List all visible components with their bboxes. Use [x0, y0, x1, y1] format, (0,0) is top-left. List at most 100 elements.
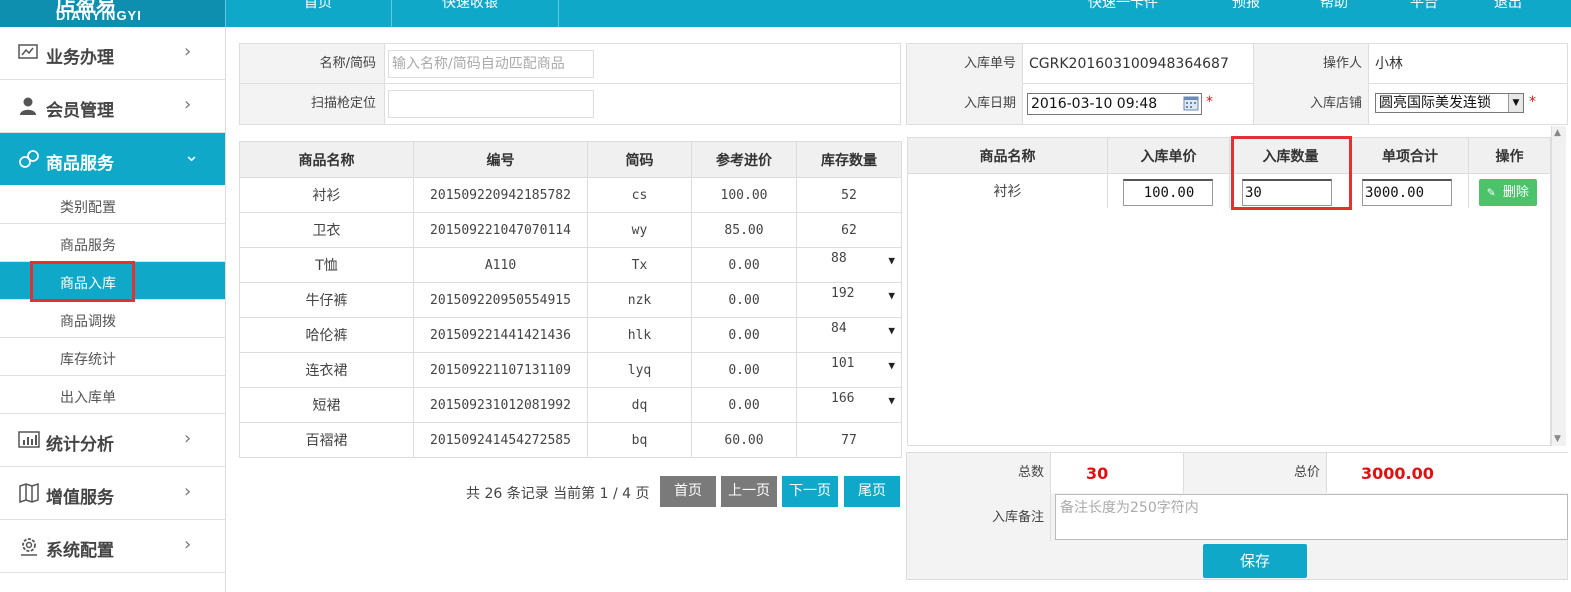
sidebar-group-business[interactable]: 业务办理 ›: [0, 27, 225, 80]
nav-quick-cashier[interactable]: 快速收银: [391, 0, 559, 27]
goods-price-cell: 85.00: [691, 212, 797, 248]
col-stock: 库存数量: [796, 141, 902, 178]
col-detail-action: 操作: [1468, 137, 1551, 174]
goods-price-cell: 0.00: [691, 247, 797, 283]
scanner-label: 扫描枪定位: [240, 84, 385, 124]
last-page-button[interactable]: 尾页: [844, 476, 900, 507]
top-alert[interactable]: 预报: [1232, 0, 1260, 12]
next-page-button[interactable]: 下一页: [782, 476, 838, 507]
store-select[interactable]: 圆亮国际美发连锁 ▼: [1375, 93, 1524, 113]
col-detail-subtotal: 单项合计: [1351, 137, 1469, 174]
stock-in-detail-table: 商品名称 入库单价 入库数量 单项合计 操作 衬衫 100.00 30 3000…: [907, 137, 1551, 209]
chevron-down-icon: ⌄: [184, 145, 200, 166]
goods-name-cell: 短裙: [239, 387, 414, 423]
caret-down-icon[interactable]: ▼: [888, 289, 895, 302]
table-row[interactable]: 连衣裙 201509221107131109 lyq 0.00 101 ▼: [239, 352, 902, 388]
stock-value: 192: [831, 286, 855, 301]
table-row[interactable]: 卫衣 201509221047070114 wy 85.00 62: [239, 212, 902, 248]
memo-label: 入库备注: [907, 494, 1051, 541]
subtotal-input[interactable]: 3000.00: [1362, 179, 1452, 206]
order-no-value: CGRK20160310094836468​7: [1029, 56, 1229, 72]
sidebar-item-label: 商品服务: [60, 238, 116, 254]
col-detail-name: 商品名称: [907, 137, 1108, 174]
sidebar-item-inventory[interactable]: 库存统计: [0, 338, 225, 376]
goods-abbr-cell: Tx: [587, 247, 692, 283]
delete-button[interactable]: ✎ 删除: [1479, 179, 1537, 206]
sidebar-group-settings[interactable]: 系统配置 ›: [0, 520, 225, 573]
calendar-icon[interactable]: [1183, 95, 1199, 117]
table-row[interactable]: 衬衫 201509220942185782 cs 100.00 52: [239, 177, 902, 213]
sidebar-item-goods-service[interactable]: 商品服务: [0, 224, 225, 262]
stats-icon: [18, 430, 40, 450]
stock-in-row-2: 入库日期 2016-03-10 09:48 * 入库店铺 圆亮国际美发连锁 ▼ …: [907, 84, 1567, 124]
first-page-button[interactable]: 首页: [660, 476, 716, 507]
sidebar-group-label: 系统配置: [46, 541, 114, 561]
goods-name-cell: 卫衣: [239, 212, 414, 248]
date-input[interactable]: 2016-03-10 09:48: [1027, 93, 1202, 115]
top-logout[interactable]: 退出: [1494, 0, 1522, 12]
total-qty-value: 30: [1086, 464, 1109, 483]
sidebar-group-member[interactable]: 会员管理 ›: [0, 80, 225, 133]
logo: 店盈易 DIANYINGYI: [0, 0, 225, 27]
goods-code-cell: 201509231012081992: [413, 387, 588, 423]
memo-textarea[interactable]: 备注长度为250字符内: [1055, 494, 1568, 540]
sidebar-group-label: 统计分析: [46, 435, 114, 455]
table-row[interactable]: 短裙 201509231012081992 dq 0.00 166 ▼: [239, 387, 902, 423]
scroll-up-icon[interactable]: ▲: [1554, 128, 1561, 138]
name-search-input[interactable]: 输入名称/简码自动匹配商品: [388, 50, 594, 78]
nav-home[interactable]: 首页: [225, 0, 391, 27]
highlight-box: [1231, 136, 1352, 210]
detail-scrollbar[interactable]: ▲ ▼: [1551, 126, 1566, 446]
top-help[interactable]: 帮助: [1320, 0, 1348, 12]
caret-down-icon[interactable]: ▼: [888, 359, 895, 372]
sidebar-group-value-added[interactable]: 增值服务 ›: [0, 467, 225, 520]
caret-down-icon[interactable]: ▼: [888, 324, 895, 337]
sidebar-item-category[interactable]: 类别配置: [0, 186, 225, 224]
store-value: 圆亮国际美发连锁: [1379, 95, 1491, 111]
goods-price-cell: 0.00: [691, 387, 797, 423]
operator-value: 小林: [1375, 56, 1403, 72]
unit-price-input[interactable]: 100.00: [1123, 179, 1213, 206]
col-price: 参考进价: [691, 141, 797, 178]
scanner-input[interactable]: [388, 90, 594, 118]
table-row[interactable]: 哈伦裤 201509221441421436 hlk 0.00 84 ▼: [239, 317, 902, 353]
sidebar: 业务办理 › 会员管理 › 商品服务 ⌄ 类别配置 商品服务 商品入库 商品调拨…: [0, 27, 226, 592]
goods-stock-cell: 77: [796, 422, 902, 458]
highlight-box: [30, 261, 135, 302]
sidebar-group-goods[interactable]: 商品服务 ⌄: [0, 133, 225, 185]
top-platform[interactable]: 平台: [1410, 0, 1438, 12]
stock-in-row-1: 入库单号 CGRK20160310094836468​7 操作人 小林: [907, 44, 1567, 84]
nav-home-label: 首页: [304, 0, 332, 11]
chevron-right-icon: ›: [184, 94, 192, 115]
chevron-right-icon: ›: [184, 41, 192, 62]
detail-empty-area: [907, 208, 1551, 446]
stock-in-form: 入库单号 CGRK20160310094836468​7 操作人 小林 入库日期…: [906, 43, 1568, 125]
sidebar-group-label: 增值服务: [46, 488, 114, 508]
caret-down-icon[interactable]: ▼: [888, 254, 895, 267]
scroll-down-icon[interactable]: ▼: [1554, 434, 1561, 444]
total-price-cell: 3000.00: [1327, 453, 1568, 493]
table-row[interactable]: T恤 A110 Tx 0.00 88 ▼: [239, 247, 902, 283]
settings-icon: [18, 536, 40, 556]
table-row[interactable]: 牛仔裤 201509220950554915 nzk 0.00 192 ▼: [239, 282, 902, 318]
sidebar-item-io-orders[interactable]: 出入库单: [0, 376, 225, 414]
save-button[interactable]: 保存: [1203, 544, 1307, 578]
table-row: 衬衫 100.00 30 3000.00 ✎ 删除: [907, 173, 1551, 209]
value-added-icon: [18, 482, 40, 504]
stock-value: 88: [831, 251, 847, 266]
sidebar-group-stats[interactable]: 统计分析 ›: [0, 414, 225, 467]
col-detail-price: 入库单价: [1107, 137, 1230, 174]
stock-value: 101: [831, 356, 855, 371]
detail-action-cell: ✎ 删除: [1468, 173, 1551, 209]
prev-page-button[interactable]: 上一页: [721, 476, 777, 507]
caret-down-icon[interactable]: ▼: [888, 394, 895, 407]
goods-code-cell: A110: [413, 247, 588, 283]
top-quick-card[interactable]: 快速一卡件: [1088, 0, 1158, 12]
table-row[interactable]: 百褶裙 201509241454272585 bq 60.00 77: [239, 422, 902, 458]
logo-en: DIANYINGYI: [56, 8, 142, 23]
goods-abbr-cell: cs: [587, 177, 692, 213]
sidebar-item-transfer[interactable]: 商品调拨: [0, 300, 225, 338]
goods-stock-cell: 166 ▼: [796, 387, 902, 423]
goods-price-cell: 0.00: [691, 282, 797, 318]
detail-name-cell: 衬衫: [907, 173, 1108, 209]
